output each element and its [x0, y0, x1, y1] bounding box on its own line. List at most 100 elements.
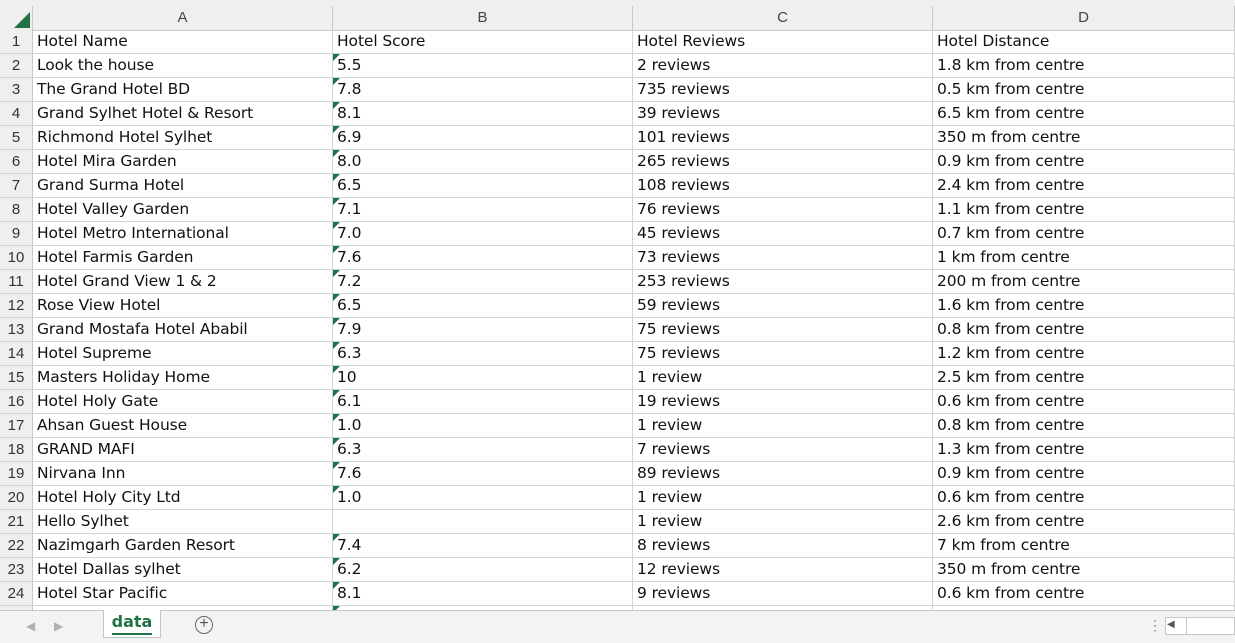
number-as-text-warning-icon[interactable] — [333, 558, 340, 565]
cell-c[interactable]: 253 reviews — [633, 270, 933, 293]
row-header[interactable]: 4 — [0, 102, 33, 125]
cell-d[interactable]: 0.9 km from centre — [933, 150, 1235, 173]
column-header-c[interactable]: C — [633, 6, 933, 30]
row-header[interactable]: 19 — [0, 462, 33, 485]
cell-c[interactable]: 73 reviews — [633, 246, 933, 269]
cell-d[interactable]: 1.6 km from centre — [933, 294, 1235, 317]
cell-c[interactable]: Hotel Reviews — [633, 30, 933, 53]
row-header[interactable]: 6 — [0, 150, 33, 173]
cell-d[interactable]: 7 km from centre — [933, 534, 1235, 557]
cell-a[interactable]: Hotel Valley Garden — [33, 198, 333, 221]
cell-c[interactable]: 8 reviews — [633, 534, 933, 557]
cell-d[interactable]: 2.6 km from centre — [933, 510, 1235, 533]
row-header[interactable]: 12 — [0, 294, 33, 317]
cell-c[interactable]: 2 reviews — [633, 54, 933, 77]
number-as-text-warning-icon[interactable] — [333, 102, 340, 109]
column-header-b[interactable]: B — [333, 6, 633, 30]
cell-d[interactable]: 1.3 km from centre — [933, 438, 1235, 461]
cell-d[interactable]: 1 km from centre — [933, 246, 1235, 269]
cell-d[interactable]: 6.5 km from centre — [933, 102, 1235, 125]
row-header[interactable]: 16 — [0, 390, 33, 413]
cell-b[interactable]: 7.4 — [333, 534, 633, 557]
cell-a[interactable]: Hotel Grand View 1 & 2 — [33, 270, 333, 293]
number-as-text-warning-icon[interactable] — [333, 342, 340, 349]
cell-c[interactable]: 7 reviews — [633, 438, 933, 461]
row-header[interactable]: 5 — [0, 126, 33, 149]
row-header[interactable]: 14 — [0, 342, 33, 365]
row-header[interactable]: 20 — [0, 486, 33, 509]
cell-b[interactable]: 7.8 — [333, 78, 633, 101]
cell-a[interactable]: Nazimgarh Garden Resort — [33, 534, 333, 557]
row-header[interactable]: 21 — [0, 510, 33, 533]
number-as-text-warning-icon[interactable] — [333, 54, 340, 61]
cell-b[interactable]: 6.3 — [333, 342, 633, 365]
cell-d[interactable]: 0.9 km from centre — [933, 462, 1235, 485]
row-header[interactable]: 1 — [0, 30, 33, 53]
cell-c[interactable]: 108 reviews — [633, 174, 933, 197]
number-as-text-warning-icon[interactable] — [333, 126, 340, 133]
row-header[interactable]: 24 — [0, 582, 33, 605]
row-header[interactable]: 8 — [0, 198, 33, 221]
sheet-tab-data[interactable]: data — [103, 610, 161, 638]
cell-c[interactable]: 59 reviews — [633, 294, 933, 317]
number-as-text-warning-icon[interactable] — [333, 390, 340, 397]
cell-b[interactable]: 6.5 — [333, 294, 633, 317]
number-as-text-warning-icon[interactable] — [333, 414, 340, 421]
cell-a[interactable]: Hello Sylhet — [33, 510, 333, 533]
cell-b[interactable]: 6.5 — [333, 174, 633, 197]
cell-c[interactable]: 39 reviews — [633, 102, 933, 125]
cell-b[interactable] — [333, 510, 633, 533]
cell-b[interactable]: 6.2 — [333, 558, 633, 581]
cell-b[interactable]: Hotel Score — [333, 30, 633, 53]
cell-a[interactable]: Ahsan Guest House — [33, 414, 333, 437]
cell-b[interactable]: 7.6 — [333, 462, 633, 485]
row-header[interactable]: 23 — [0, 558, 33, 581]
cell-b[interactable]: 10 — [333, 366, 633, 389]
cell-b[interactable]: 1.0 — [333, 414, 633, 437]
cell-d[interactable]: 0.6 km from centre — [933, 486, 1235, 509]
cell-d[interactable]: 200 m from centre — [933, 270, 1235, 293]
row-header[interactable]: 13 — [0, 318, 33, 341]
cell-b[interactable]: 8.1 — [333, 582, 633, 605]
cell-a[interactable]: Hotel Mira Garden — [33, 150, 333, 173]
number-as-text-warning-icon[interactable] — [333, 270, 340, 277]
cell-b[interactable]: 8.1 — [333, 102, 633, 125]
row-header[interactable]: 9 — [0, 222, 33, 245]
cell-a[interactable]: Hotel Dallas sylhet — [33, 558, 333, 581]
row-header[interactable]: 7 — [0, 174, 33, 197]
cell-d[interactable]: 350 m from centre — [933, 126, 1235, 149]
cell-c[interactable]: 1 review — [633, 510, 933, 533]
cell-c[interactable]: 1 review — [633, 414, 933, 437]
number-as-text-warning-icon[interactable] — [333, 78, 340, 85]
column-header-a[interactable]: A — [33, 6, 333, 30]
cell-d[interactable]: 0.6 km from centre — [933, 582, 1235, 605]
more-options-icon[interactable]: ⋮ — [1148, 617, 1162, 634]
cell-c[interactable]: 45 reviews — [633, 222, 933, 245]
number-as-text-warning-icon[interactable] — [333, 486, 340, 493]
cell-a[interactable]: Hotel Name — [33, 30, 333, 53]
number-as-text-warning-icon[interactable] — [333, 222, 340, 229]
cell-c[interactable]: 75 reviews — [633, 342, 933, 365]
cell-a[interactable]: Richmond Hotel Sylhet — [33, 126, 333, 149]
row-header[interactable]: 15 — [0, 366, 33, 389]
cell-c[interactable]: 12 reviews — [633, 558, 933, 581]
number-as-text-warning-icon[interactable] — [333, 438, 340, 445]
number-as-text-warning-icon[interactable] — [333, 366, 340, 373]
cell-a[interactable]: Look the house — [33, 54, 333, 77]
row-header[interactable]: 2 — [0, 54, 33, 77]
cell-c[interactable]: 19 reviews — [633, 390, 933, 413]
cell-b[interactable]: 8.0 — [333, 150, 633, 173]
cell-a[interactable]: Hotel Holy Gate — [33, 390, 333, 413]
row-header[interactable]: 3 — [0, 78, 33, 101]
cell-b[interactable]: 1.0 — [333, 486, 633, 509]
cell-a[interactable]: Masters Holiday Home — [33, 366, 333, 389]
cell-c[interactable]: 76 reviews — [633, 198, 933, 221]
horizontal-scrollbar[interactable] — [1165, 617, 1235, 635]
row-header[interactable]: 17 — [0, 414, 33, 437]
cell-c[interactable]: 9 reviews — [633, 582, 933, 605]
cell-a[interactable]: Hotel Supreme — [33, 342, 333, 365]
number-as-text-warning-icon[interactable] — [333, 294, 340, 301]
cell-a[interactable]: Grand Surma Hotel — [33, 174, 333, 197]
add-sheet-icon[interactable]: + — [195, 616, 213, 634]
cell-d[interactable]: 0.8 km from centre — [933, 414, 1235, 437]
